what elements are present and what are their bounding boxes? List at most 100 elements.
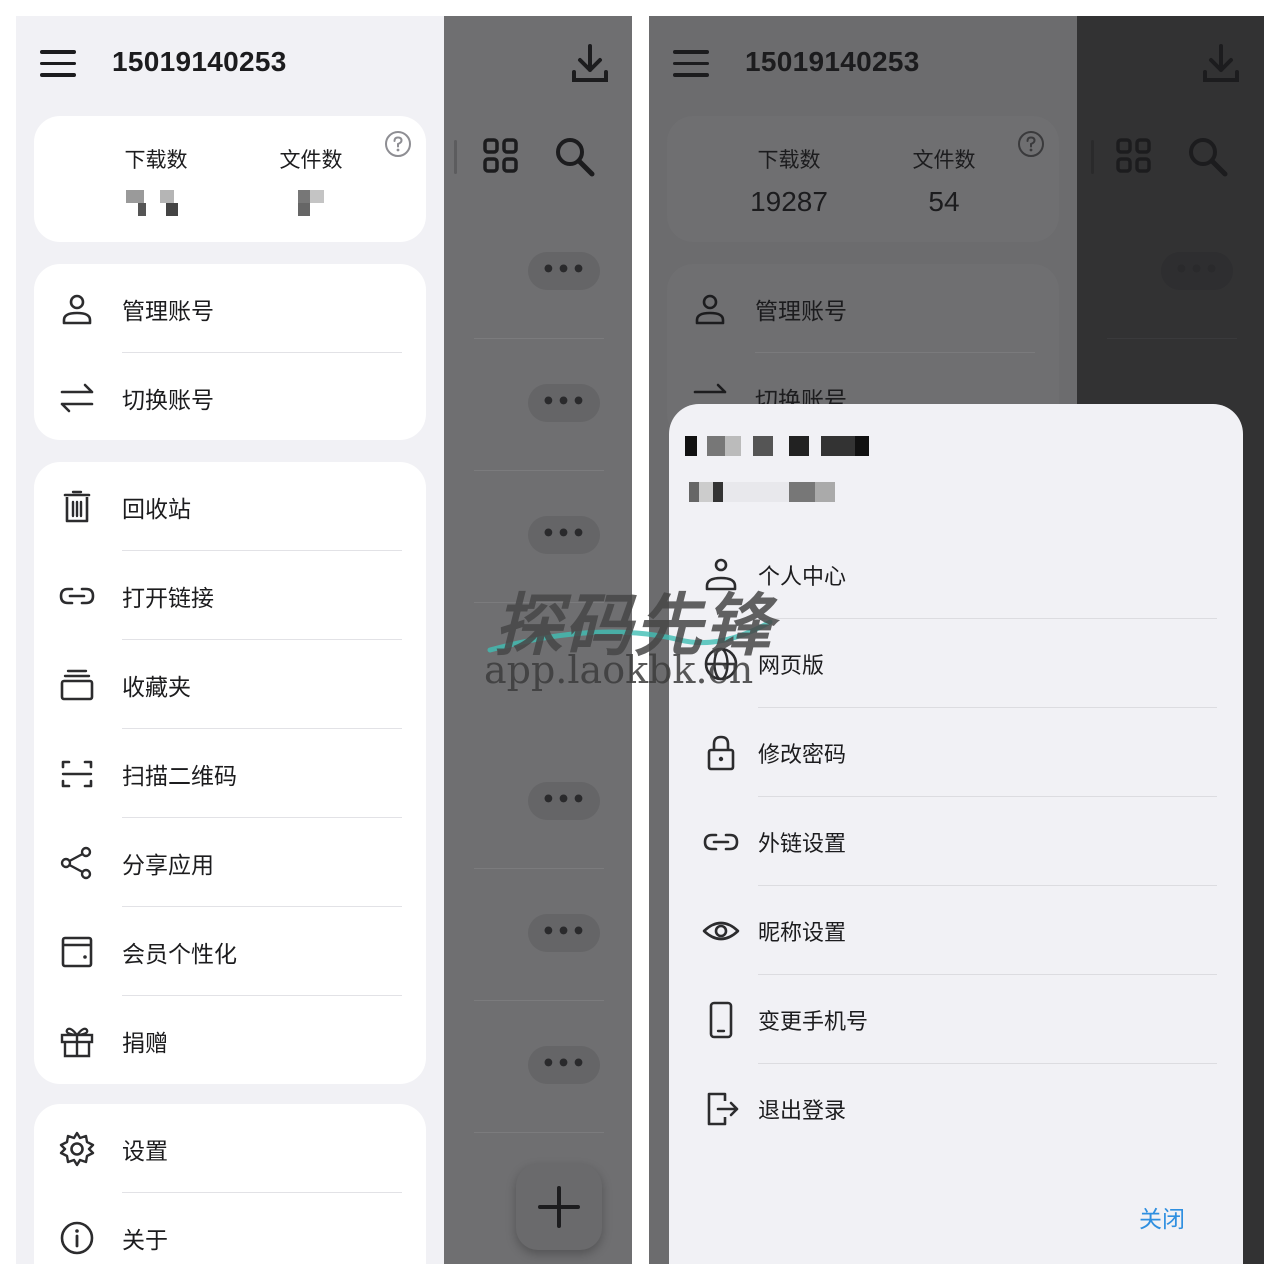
sheet-item-external-link-settings[interactable]: 外链设置 — [669, 797, 1243, 886]
menu-item-share-app[interactable]: 分享应用 — [34, 818, 426, 907]
menu-item-switch-account[interactable]: 切换账号 — [34, 353, 426, 442]
menu-label: 会员个性化 — [122, 941, 237, 968]
menu-item-favorites[interactable]: 收藏夹 — [34, 640, 426, 729]
download-icon[interactable] — [1197, 40, 1245, 88]
collection-icon — [60, 669, 94, 700]
menu-label: 捐赠 — [122, 1030, 168, 1057]
info-icon — [60, 1221, 94, 1254]
lock-icon — [707, 735, 735, 770]
more-button[interactable]: ••• — [528, 516, 600, 554]
person-icon — [62, 294, 92, 324]
search-icon[interactable] — [552, 134, 596, 178]
grid-view-icon[interactable] — [1112, 134, 1156, 178]
close-button[interactable]: 关闭 — [1139, 1200, 1185, 1234]
eye-icon — [702, 921, 740, 940]
link-icon — [703, 833, 739, 850]
menu-item-member-personalize[interactable]: 会员个性化 — [34, 907, 426, 996]
menu-label: 分享应用 — [122, 852, 214, 879]
more-button[interactable]: ••• — [528, 252, 600, 290]
menu-item-open-link[interactable]: 打开链接 — [34, 551, 426, 640]
phone-icon — [709, 1001, 733, 1038]
stats-card: 下载数 19287 文件数 54 — [667, 116, 1059, 242]
wallet-icon — [61, 936, 93, 967]
files-label: 文件数 — [912, 148, 976, 172]
menu-item-about[interactable]: 关于 — [34, 1193, 426, 1264]
sheet-item-change-password[interactable]: 修改密码 — [669, 708, 1243, 797]
account-bottom-sheet: 个人中心 网页版 修改密码 外链设置 昵称设置 变更手机号 退出登录 关闭 — [669, 404, 1243, 1264]
sheet-label: 昵称设置 — [758, 920, 847, 946]
downloads-value: 19287 — [750, 186, 828, 217]
menu-label: 打开链接 — [122, 585, 214, 612]
search-icon[interactable] — [1185, 134, 1229, 178]
navigation-drawer: 15019140253 下载数 文件数 管理账号 切换账号 回收站 打开链接 收… — [16, 16, 444, 1264]
menu-icon[interactable] — [673, 50, 709, 78]
files-label: 文件数 — [279, 148, 343, 172]
account-title: 15019140253 — [112, 46, 287, 77]
menu-label: 管理账号 — [122, 298, 214, 325]
sheet-label: 个人中心 — [758, 564, 847, 590]
plus-icon — [538, 1186, 580, 1228]
menu-item-donate[interactable]: 捐赠 — [34, 996, 426, 1085]
person-icon — [695, 294, 725, 324]
menu-item-manage-account[interactable]: 管理账号 — [667, 264, 1059, 353]
menu-label: 切换账号 — [122, 387, 214, 414]
sheet-item-nickname-settings[interactable]: 昵称设置 — [669, 886, 1243, 975]
more-button[interactable]: ••• — [528, 384, 600, 422]
sheet-item-profile[interactable]: 个人中心 — [669, 530, 1243, 619]
account-title: 15019140253 — [745, 46, 920, 77]
files-value: 54 — [928, 186, 960, 217]
person-icon — [705, 558, 737, 590]
grid-view-icon[interactable] — [479, 134, 523, 178]
download-icon[interactable] — [566, 40, 614, 88]
sheet-label: 网页版 — [758, 653, 825, 679]
sheet-item-web-version[interactable]: 网页版 — [669, 619, 1243, 708]
link-icon — [59, 587, 95, 604]
scan-icon — [61, 760, 93, 787]
sheet-item-change-phone[interactable]: 变更手机号 — [669, 975, 1243, 1064]
files-stat: 文件数 — [251, 144, 371, 220]
account-group: 管理账号 切换账号 — [34, 264, 426, 440]
menu-icon[interactable] — [40, 50, 76, 78]
downloads-label: 下载数 — [757, 148, 821, 172]
add-button[interactable] — [516, 1164, 602, 1250]
help-icon[interactable] — [1017, 130, 1045, 158]
right-screen: ••• 15019140253 下载数 19287 文件数 54 管理账号 切换… — [649, 16, 1264, 1264]
sheet-label: 外链设置 — [758, 831, 847, 857]
menu-label: 关于 — [122, 1227, 168, 1254]
settings-group: 设置 关于 — [34, 1104, 426, 1264]
menu-label: 设置 — [122, 1138, 168, 1165]
menu-label: 扫描二维码 — [122, 763, 237, 790]
files-stat: 文件数 54 — [884, 144, 1004, 218]
menu-label: 收藏夹 — [122, 674, 191, 701]
menu-item-manage-account[interactable]: 管理账号 — [34, 264, 426, 353]
globe-icon — [704, 647, 738, 680]
menu-item-scan-qr[interactable]: 扫描二维码 — [34, 729, 426, 818]
more-button[interactable]: ••• — [1161, 252, 1233, 290]
menu-item-settings[interactable]: 设置 — [34, 1104, 426, 1193]
swap-icon — [60, 383, 94, 412]
nickname-redacted — [685, 436, 869, 456]
tools-group: 回收站 打开链接 收藏夹 扫描二维码 分享应用 会员个性化 捐赠 — [34, 462, 426, 1084]
downloads-value-redacted — [126, 190, 186, 216]
files-value-redacted — [298, 190, 324, 216]
menu-item-recycle-bin[interactable]: 回收站 — [34, 462, 426, 551]
background-page: ••• ••• ••• ••• ••• ••• — [444, 16, 632, 1264]
downloads-stat: 下载数 19287 — [729, 144, 849, 218]
more-button[interactable]: ••• — [528, 914, 600, 952]
sheet-label: 变更手机号 — [758, 1009, 869, 1035]
downloads-label: 下载数 — [124, 148, 188, 172]
more-button[interactable]: ••• — [528, 1046, 600, 1084]
stats-card: 下载数 文件数 — [34, 116, 426, 242]
trash-icon — [63, 490, 91, 522]
menu-label: 回收站 — [122, 496, 191, 523]
menu-label: 管理账号 — [755, 298, 847, 325]
phone-redacted — [689, 482, 835, 502]
more-button[interactable]: ••• — [528, 782, 600, 820]
share-icon — [60, 846, 92, 879]
left-screen: ••• ••• ••• ••• ••• ••• 15019140253 下载数 … — [16, 16, 632, 1264]
gift-icon — [60, 1027, 94, 1057]
help-icon[interactable] — [384, 130, 412, 158]
gear-icon — [59, 1131, 95, 1166]
sheet-label: 修改密码 — [758, 742, 847, 768]
sheet-item-logout[interactable]: 退出登录 — [669, 1064, 1243, 1153]
